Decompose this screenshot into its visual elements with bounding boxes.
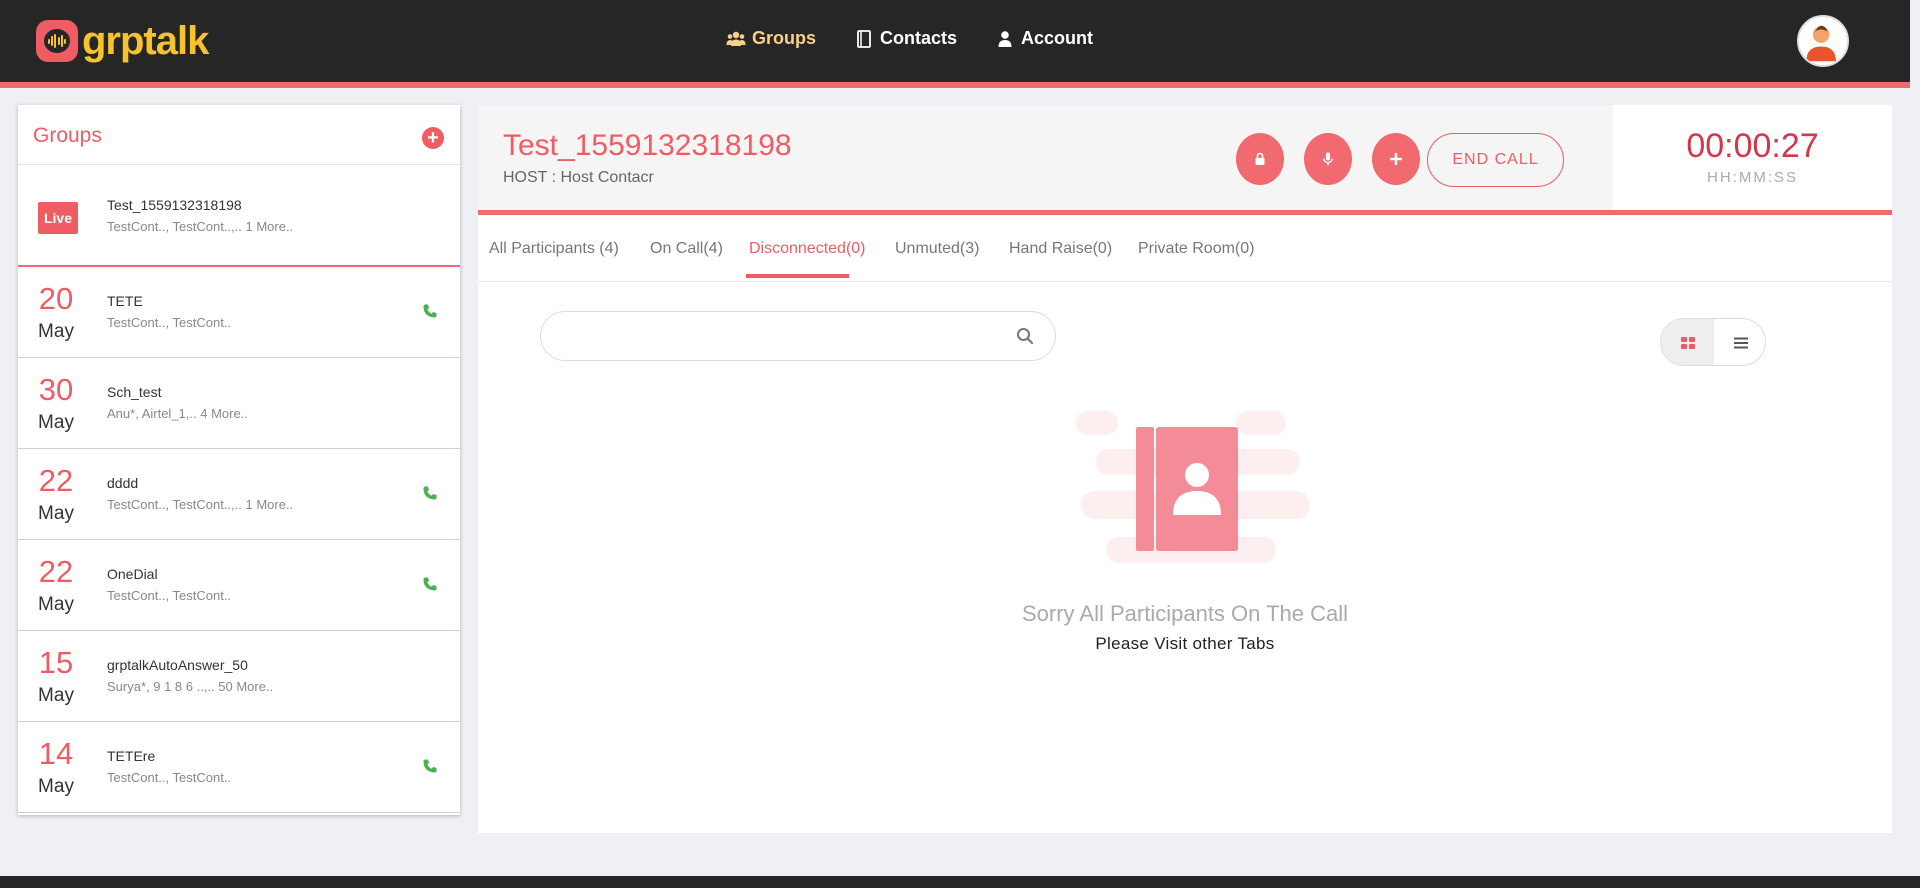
grptalk-logo[interactable]: grptalk <box>36 19 209 63</box>
call-phone-icon[interactable] <box>422 485 438 501</box>
add-participant-button[interactable] <box>1372 133 1420 185</box>
group-name: dddd <box>107 475 139 491</box>
group-list-item[interactable]: 14 May TETEre TestCont.., TestCont.. <box>18 722 460 813</box>
tab-hand-raise[interactable]: Hand Raise(0) <box>1009 240 1112 258</box>
group-date-day: 15 <box>38 645 74 680</box>
tab-disconnected[interactable]: Disconnected(0) <box>749 240 866 258</box>
plus-circle-icon: + <box>427 127 439 149</box>
active-tab-indicator <box>746 274 849 278</box>
group-list: Live Test_1559132318198 TestCont.., TestCo… <box>18 165 460 813</box>
avatar-icon <box>1806 25 1836 62</box>
groups-panel: Groups + Live Test_1559132318198 TestCont.… <box>18 105 460 815</box>
list-view-button[interactable] <box>1714 319 1765 365</box>
groups-icon <box>726 31 746 46</box>
group-list-item[interactable]: 22 May OneDial TestCont.., TestCont.. <box>18 540 460 631</box>
list-icon <box>1733 337 1748 349</box>
call-panel: Test_1559132318198 HOST : Host Contacr E… <box>478 105 1892 833</box>
plus-icon <box>1390 153 1402 165</box>
group-date-month: May <box>38 321 74 342</box>
empty-contacts-illustration <box>1076 411 1310 563</box>
group-name: OneDial <box>107 566 158 582</box>
top-navbar: grptalk Groups Contacts Account <box>0 0 1910 84</box>
footer-bar <box>0 876 1920 888</box>
group-name: TETE <box>107 293 143 309</box>
group-list-item[interactable]: 22 May dddd TestCont.., TestCont..,.. 1 Mor… <box>18 449 460 540</box>
nav-groups[interactable]: Groups <box>726 28 816 49</box>
logo-text: grptalk <box>82 19 209 63</box>
group-members: Anu*, Airtel_1,.. 4 More.. <box>107 406 248 421</box>
search-icon[interactable] <box>1016 327 1034 345</box>
call-timer: 00:00:27 <box>1686 127 1819 165</box>
group-members: TestCont.., TestCont..,.. 1 More.. <box>107 497 294 512</box>
empty-state-subtitle: Please Visit other Tabs <box>1095 634 1275 653</box>
group-members: TestCont.., TestCont.. <box>107 770 232 785</box>
group-name: Sch_test <box>107 384 162 400</box>
nav-account-label: Account <box>1021 28 1094 48</box>
view-toggle <box>1660 318 1766 366</box>
call-phone-icon[interactable] <box>422 576 438 592</box>
logo-icon <box>36 20 78 62</box>
tab-all-participants[interactable]: All Participants (4) <box>489 240 619 258</box>
call-phone-icon[interactable] <box>422 758 438 774</box>
group-members: TestCont.., TestCont..,.. 1 More.. <box>107 219 294 234</box>
group-list-item[interactable]: 15 May grptalkAutoAnswer_50 Surya*, 9 1 8 6… <box>18 631 460 722</box>
group-members: Surya*, 9 1 8 6 ..,.. 50 More.. <box>107 679 274 694</box>
add-group-button[interactable]: + <box>422 127 444 149</box>
grid-view-button[interactable] <box>1661 319 1714 365</box>
group-list-item[interactable]: Live Test_1559132318198 TestCont.., TestCo… <box>18 165 460 267</box>
nav-contacts[interactable]: Contacts <box>854 28 957 49</box>
microphone-icon <box>1323 152 1333 166</box>
tab-private-room[interactable]: Private Room(0) <box>1138 240 1254 258</box>
empty-state-title: Sorry All Participants On The Call <box>1021 601 1349 626</box>
tab-on-call[interactable]: On Call(4) <box>650 240 723 258</box>
mute-button[interactable] <box>1304 133 1352 185</box>
nav-account[interactable]: Account <box>995 28 1093 49</box>
group-date-month: May <box>38 685 74 706</box>
group-date-day: 30 <box>38 372 74 407</box>
group-date-day: 22 <box>38 463 74 498</box>
groups-title: Groups <box>33 124 102 147</box>
group-date-month: May <box>38 412 74 433</box>
tab-unmuted[interactable]: Unmuted(3) <box>895 240 979 258</box>
topbar-accent-line <box>0 82 1910 88</box>
group-name: grptalkAutoAnswer_50 <box>107 657 248 673</box>
group-date-day: 14 <box>38 736 74 771</box>
call-timer-box: 00:00:27 HH:MM:SS <box>1613 105 1892 210</box>
live-badge: Live <box>38 202 78 234</box>
group-list-item[interactable]: 30 May Sch_test Anu*, Airtel_1,.. 4 More.. <box>18 358 460 449</box>
group-members: TestCont.., TestCont.. <box>107 315 232 330</box>
call-title: Test_1559132318198 <box>503 129 792 162</box>
lock-button[interactable] <box>1236 133 1284 185</box>
call-timer-label: HH:MM:SS <box>1707 169 1798 186</box>
main-nav: Groups Contacts Account <box>726 28 1093 49</box>
group-name: Test_1559132318198 <box>107 197 242 213</box>
group-date-month: May <box>38 594 74 615</box>
nav-groups-label: Groups <box>752 28 817 48</box>
user-icon <box>998 30 1012 47</box>
group-members: TestCont.., TestCont.. <box>107 588 232 603</box>
grid-icon <box>1680 337 1695 349</box>
group-date-day: 22 <box>38 554 74 589</box>
contacts-book-icon <box>857 29 871 48</box>
call-phone-icon[interactable] <box>422 303 438 319</box>
group-list-item[interactable]: 20 May TETE TestCont.., TestCont.. <box>18 267 460 358</box>
participant-tabs: All Participants (4) On Call(4) Disconne… <box>478 215 1892 282</box>
call-host: HOST : Host Contacr <box>503 169 654 186</box>
call-header: Test_1559132318198 HOST : Host Contacr E… <box>478 105 1613 210</box>
group-date-day: 20 <box>38 281 74 316</box>
group-date-month: May <box>38 503 74 524</box>
participant-search-input[interactable] <box>540 311 1056 361</box>
lock-icon <box>1255 152 1265 165</box>
end-call-button[interactable]: END CALL <box>1427 133 1564 187</box>
nav-contacts-label: Contacts <box>880 28 958 48</box>
group-name: TETEre <box>107 748 156 764</box>
groups-header: Groups + <box>18 105 460 165</box>
group-date-month: May <box>38 776 74 797</box>
user-avatar[interactable] <box>1797 15 1849 67</box>
